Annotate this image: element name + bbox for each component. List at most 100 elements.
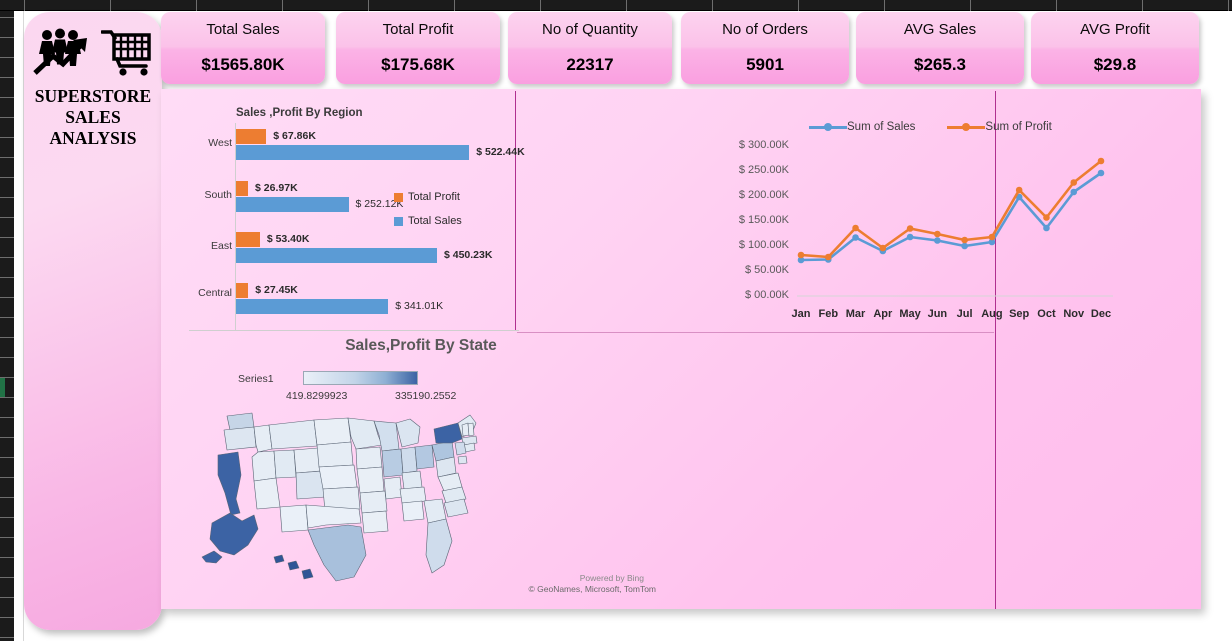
map-sales-profit-by-state[interactable]: Sales,Profit By State Series1 419.829992… [176, 337, 666, 605]
kpi-label: AVG Sales [903, 20, 977, 38]
kpi-card-total-profit[interactable]: Total Profit $175.68K [336, 12, 500, 84]
bar-sales-value-label: $ 341.01K [395, 300, 444, 312]
state-nebraska [318, 464, 358, 490]
bar-profit-east[interactable] [236, 232, 260, 247]
state-hawaii-1 [273, 554, 285, 564]
kpi-card-no-of-quantity[interactable]: No of Quantity 22317 [508, 12, 672, 84]
row-divider [0, 497, 14, 498]
legend-marker-profit [947, 122, 986, 132]
legend-label: Total Sales [408, 215, 462, 227]
row-divider [0, 577, 14, 578]
line-chart-legend[interactable]: Sum of Sales Sum of Profit [809, 121, 1052, 133]
line-series-sales [800, 171, 1102, 262]
page-title: SUPERSTORE SALES ANALYSIS [35, 86, 151, 149]
bar-profit-central[interactable] [236, 283, 249, 298]
state-alabama [401, 500, 425, 522]
data-point-sales-Aug [988, 238, 996, 246]
bar-chart-sales-profit-by-region[interactable]: Sales ,Profit By Region West $ 67.86K $ 52… [189, 99, 525, 334]
excel-row-selection-marker [0, 377, 5, 397]
shopping-cart-icon [101, 30, 151, 76]
row-divider [0, 637, 14, 638]
bar-chart-legend[interactable]: Total Profit Total Sales [394, 191, 462, 239]
excel-row-header-strip[interactable] [0, 11, 14, 641]
bar-sales-east[interactable] [236, 248, 437, 263]
bar-profit-west[interactable] [236, 129, 267, 144]
bar-sales-central[interactable] [236, 299, 389, 314]
state-iowa [355, 446, 383, 470]
data-point-profit-May [906, 225, 914, 232]
data-point-sales-Jan [797, 256, 805, 264]
kpi-card-avg-sales[interactable]: AVG Sales $265.3 [856, 12, 1024, 84]
kpi-value: 5901 [746, 55, 784, 74]
legend-label: Sum of Sales [847, 121, 916, 133]
kpi-card-total-sales[interactable]: Total Sales $1565.80K [161, 12, 325, 84]
kpi-card-avg-profit[interactable]: AVG Profit $29.8 [1031, 12, 1199, 84]
data-point-profit-Jan [797, 251, 805, 259]
column-divider [24, 0, 25, 11]
state-louisiana [361, 510, 389, 534]
column-divider [798, 0, 799, 11]
data-point-sales-Dec [1097, 169, 1105, 177]
row-divider [0, 477, 14, 478]
kpi-value: $29.8 [1093, 55, 1137, 74]
kpi-card-no-of-orders[interactable]: No of Orders 5901 [681, 12, 849, 84]
row-divider [0, 457, 14, 458]
state-mississippi [383, 476, 403, 500]
data-point-sales-Feb [824, 256, 832, 263]
bar-sales-south[interactable] [236, 197, 349, 212]
kpi-label: No of Quantity [542, 20, 638, 38]
bar-category-label-central: Central [198, 287, 232, 299]
state-new-mexico [279, 504, 309, 533]
legend-item-sum-of-sales[interactable]: Sum of Sales [809, 121, 915, 133]
row-divider [0, 157, 14, 158]
state-north-dakota [313, 417, 352, 446]
column-divider [1142, 0, 1143, 11]
bar-profit-value-label: $ 67.86K [273, 130, 316, 142]
people-growth-icon [33, 28, 87, 75]
state-indiana [400, 446, 418, 474]
state-georgia [423, 498, 447, 524]
legend-item-total-sales[interactable]: Total Sales [394, 215, 462, 227]
legend-label: Total Profit [408, 191, 460, 203]
row-divider [0, 197, 14, 198]
us-choropleth-map[interactable] [196, 405, 496, 595]
column-divider [282, 0, 283, 11]
row-divider [0, 257, 14, 258]
kpi-value: $175.68K [381, 55, 455, 74]
page-title-line-1: SUPERSTORE [34, 86, 152, 106]
state-kentucky [401, 470, 423, 490]
data-point-sales-Oct [1043, 224, 1050, 232]
bar-profit-value-label: $ 27.45K [255, 284, 298, 296]
column-divider [970, 0, 971, 11]
state-arkansas [359, 490, 388, 514]
bar-profit-south[interactable] [236, 181, 249, 196]
state-michigan [395, 418, 421, 448]
data-point-sales-Sep [1015, 193, 1023, 201]
row-divider [0, 277, 14, 278]
excel-sheet-gutter [14, 11, 24, 641]
data-point-sales-Apr [879, 247, 887, 255]
row-divider [0, 537, 14, 538]
legend-item-sum-of-profit[interactable]: Sum of Profit [947, 121, 1052, 133]
state-california [217, 451, 242, 516]
bar-sales-value-label: $ 450.23K [443, 249, 493, 261]
state-hawaii-2 [287, 560, 300, 571]
column-divider [1228, 0, 1229, 11]
line-chart-monthly-sales-profit[interactable]: Sum of Sales Sum of Profit $ 00.00K $ 50.… [681, 99, 1151, 339]
data-point-profit-Sep [1015, 186, 1023, 194]
row-divider [0, 237, 14, 238]
y-axis-tick-200: $ 200.00K [738, 189, 789, 201]
data-point-profit-Aug [988, 233, 996, 241]
state-alaska-tail [201, 550, 223, 564]
bar-sales-value-label: $ 522.44K [476, 146, 525, 158]
bar-sales-west[interactable] [236, 145, 470, 160]
bar-profit-value-label: $ 53.40K [266, 233, 310, 245]
row-divider [0, 597, 14, 598]
kpi-value: $1565.80K [201, 55, 285, 74]
excel-column-header-strip[interactable] [0, 0, 1232, 11]
state-new-jersey [454, 441, 467, 456]
row-divider [0, 117, 14, 118]
column-divider [540, 0, 541, 11]
legend-item-total-profit[interactable]: Total Profit [394, 191, 462, 203]
kpi-label: Total Profit [382, 20, 454, 38]
